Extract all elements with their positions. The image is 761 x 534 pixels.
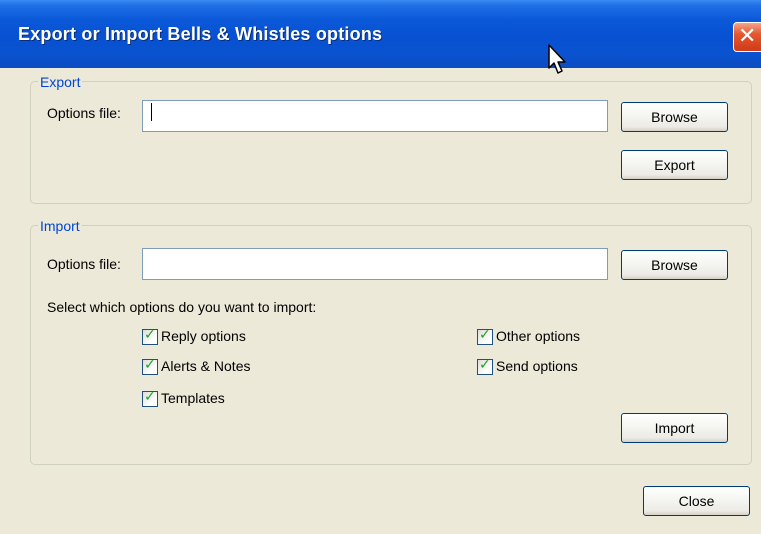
export-button[interactable]: Export bbox=[621, 150, 728, 180]
checkmark-icon: ✓ bbox=[144, 327, 156, 343]
import-options-file-label: Options file: bbox=[47, 256, 121, 272]
mouse-pointer-icon bbox=[548, 44, 566, 74]
checkbox-box[interactable]: ✓ bbox=[142, 389, 158, 407]
import-browse-button[interactable]: Browse bbox=[621, 250, 728, 280]
export-options-file-input[interactable] bbox=[142, 100, 608, 132]
close-button[interactable]: Close bbox=[643, 486, 750, 516]
import-button[interactable]: Import bbox=[621, 413, 728, 443]
title-bar[interactable]: Export or Import Bells & Whistles option… bbox=[0, 0, 761, 68]
checkbox-box[interactable]: ✓ bbox=[142, 357, 158, 375]
checkmark-icon: ✓ bbox=[144, 389, 156, 405]
import-options-file-input[interactable] bbox=[142, 248, 608, 280]
export-options-file-label: Options file: bbox=[47, 105, 121, 121]
checkbox-label: Alerts & Notes bbox=[161, 358, 251, 374]
checkbox-box[interactable]: ✓ bbox=[477, 327, 493, 345]
checkbox-label: Send options bbox=[496, 358, 578, 374]
checkbox-label: Other options bbox=[496, 328, 581, 344]
window-title: Export or Import Bells & Whistles option… bbox=[18, 24, 383, 44]
checkmark-icon: ✓ bbox=[479, 327, 491, 343]
close-icon: ✕ bbox=[738, 24, 757, 49]
text-caret bbox=[151, 103, 152, 121]
checkbox-label: Reply options bbox=[161, 328, 246, 344]
checkbox-box[interactable]: ✓ bbox=[142, 327, 158, 345]
checkmark-icon: ✓ bbox=[479, 357, 491, 373]
checkbox-label: Templates bbox=[161, 390, 225, 406]
export-group-label: Export bbox=[38, 74, 83, 90]
import-group-label: Import bbox=[38, 218, 82, 234]
import-select-prompt: Select which options do you want to impo… bbox=[47, 299, 317, 315]
checkbox-box[interactable]: ✓ bbox=[477, 357, 493, 375]
window-close-button[interactable]: ✕ bbox=[733, 22, 761, 52]
dialog-window: Export or Import Bells & Whistles option… bbox=[0, 0, 761, 534]
export-browse-button[interactable]: Browse bbox=[621, 102, 728, 132]
checkmark-icon: ✓ bbox=[144, 357, 156, 373]
